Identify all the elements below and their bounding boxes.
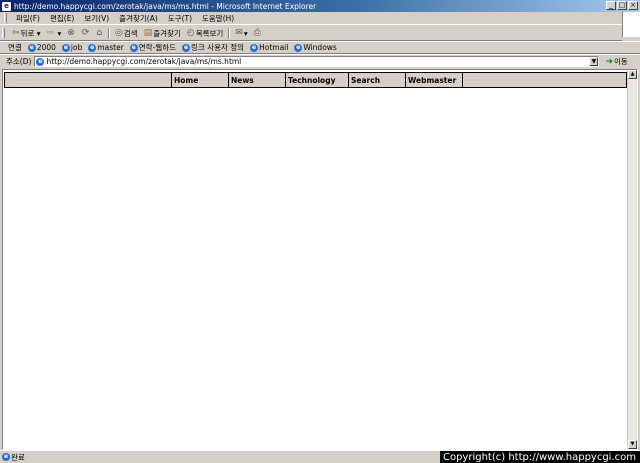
link-label: master — [97, 43, 124, 52]
link-label: 연락-웹하드 — [138, 43, 177, 52]
ie-page-icon: e — [2, 453, 10, 461]
go-button[interactable]: ➜ 이동 — [605, 56, 627, 67]
ie-page-icon: e — [182, 43, 191, 52]
link-job[interactable]: e job — [59, 43, 85, 52]
nav-news-link[interactable]: News — [229, 73, 286, 87]
address-url: http://demo.happycgi.com/zerotak/java/ms… — [46, 57, 242, 66]
scroll-down-button[interactable]: ▼ — [628, 440, 637, 449]
window-title-bar: e http://demo.happycgi.com/zerotak/java/… — [0, 0, 640, 12]
status-done: e 완료 — [2, 452, 25, 463]
page-viewport: Home News Technology Search Webmaster ▲ … — [2, 69, 638, 450]
link-customize[interactable]: e 링크 사용자 정의 — [179, 42, 247, 53]
go-label: 이동 — [613, 57, 628, 66]
back-label: 뒤로 — [20, 28, 35, 38]
menu-bar: 파일(F) 편집(E) 보기(V) 즐겨찾기(A) 도구(T) 도움말(H) — [0, 12, 640, 37]
copyright-watermark: Copyright(c) http://www.happycgi.com — [439, 451, 640, 463]
print-icon: ⎙ — [253, 28, 261, 38]
search-button[interactable]: ◎ 검색 — [112, 28, 141, 39]
ie-page-icon: e — [129, 43, 138, 52]
link-label: Windows — [303, 43, 337, 52]
ie-page-icon: e — [88, 43, 97, 52]
forward-arrow-icon: ⇨ — [46, 28, 55, 38]
forward-button[interactable]: ⇨ ▾ — [44, 28, 65, 38]
minimize-button[interactable]: _ — [606, 1, 616, 10]
menu-help[interactable]: 도움말(H) — [197, 13, 239, 24]
refresh-icon: ⟳ — [81, 28, 90, 38]
mail-button[interactable]: ✉ ▾ — [232, 28, 250, 38]
back-dropdown-icon: ▾ — [34, 28, 41, 38]
history-button[interactable]: ◴ 목록보기 — [184, 28, 226, 39]
address-dropdown-button[interactable]: ▼ — [589, 57, 599, 66]
nav-fill-cell — [463, 73, 626, 87]
menu-file[interactable]: 파일(F) — [11, 13, 45, 24]
scroll-up-button[interactable]: ▲ — [628, 70, 637, 79]
address-bar: 주소(D) e http://demo.happycgi.com/zerotak… — [0, 54, 640, 68]
ie-page-icon: e — [36, 57, 45, 66]
back-arrow-icon: ⇦ — [12, 28, 20, 38]
ie-page-icon: e — [294, 43, 303, 52]
nav-technology-link[interactable]: Technology — [286, 73, 349, 87]
menu-grip[interactable] — [4, 13, 7, 23]
ie-page-icon: e — [61, 43, 70, 52]
status-label: 완료 — [11, 452, 25, 462]
vertical-scrollbar[interactable]: ▲ ▼ — [627, 70, 637, 449]
link-label: 링크 사용자 정의 — [191, 43, 245, 52]
nav-webmaster-link[interactable]: Webmaster — [406, 73, 463, 87]
mail-dropdown-icon: ▾ — [243, 28, 248, 38]
history-label: 목록보기 — [195, 28, 224, 38]
link-webhard[interactable]: e 연락-웹하드 — [127, 42, 179, 53]
history-icon: ◴ — [186, 28, 195, 38]
forward-dropdown-icon: ▾ — [55, 28, 62, 38]
site-nav-bar: Home News Technology Search Webmaster — [4, 72, 627, 88]
menu-tools[interactable]: 도구(T) — [163, 13, 197, 24]
toolbar-separator — [228, 27, 231, 39]
favorites-icon: ▤ — [143, 28, 153, 38]
maximize-button[interactable]: □ — [617, 1, 627, 10]
menu-favorites[interactable]: 즐겨찾기(A) — [114, 13, 163, 24]
nav-search-link[interactable]: Search — [349, 73, 406, 87]
search-label: 검색 — [123, 28, 138, 38]
link-label: job — [70, 43, 83, 52]
toolbar-grip[interactable] — [2, 28, 5, 38]
favorites-label: 즐겨찾기 — [153, 28, 181, 38]
home-icon: ⌂ — [96, 28, 103, 38]
refresh-button[interactable]: ⟳ — [79, 28, 94, 38]
ie-app-icon: e — [2, 1, 11, 11]
nav-spacer-cell — [5, 73, 172, 87]
ie-page-icon: e — [250, 43, 259, 52]
toolbar-separator — [108, 27, 111, 39]
close-button[interactable]: × — [628, 1, 638, 10]
address-input[interactable]: e http://demo.happycgi.com/zerotak/java/… — [34, 56, 600, 67]
status-bar: e 완료 Copyright(c) http://www.happycgi.co… — [0, 450, 640, 463]
menu-view[interactable]: 보기(V) — [79, 13, 114, 24]
windows-logo — [622, 12, 640, 37]
menu-edit[interactable]: 편집(E) — [45, 13, 79, 24]
address-label: 주소(D) — [6, 57, 32, 66]
standard-toolbar: ⇦ 뒤로 ▾ ⇨ ▾ ⊗ ⟳ ⌂ ◎ 검색 ▤ 즐겨찾기 ◴ 목록보기 ✉ ▾ … — [0, 26, 622, 41]
link-windows[interactable]: e Windows — [291, 43, 339, 52]
go-arrow-icon: ➜ — [605, 56, 613, 67]
links-label: 연결 — [8, 43, 22, 52]
favorites-button[interactable]: ▤ 즐겨찾기 — [141, 28, 184, 39]
link-label: 2000 — [36, 43, 56, 52]
stop-button[interactable]: ⊗ — [64, 28, 79, 38]
back-button[interactable]: ⇦ 뒤로 ▾ — [9, 28, 44, 39]
print-button[interactable]: ⎙ — [251, 28, 265, 38]
window-title: http://demo.happycgi.com/zerotak/java/ms… — [14, 1, 317, 11]
search-icon: ◎ — [115, 28, 123, 38]
home-button[interactable]: ⌂ — [93, 28, 106, 38]
link-2000[interactable]: e 2000 — [25, 43, 59, 52]
link-master[interactable]: e master — [85, 43, 126, 52]
link-hotmail[interactable]: e Hotmail — [247, 43, 291, 52]
window-controls: _ □ × — [606, 1, 638, 10]
stop-icon: ⊗ — [67, 28, 75, 38]
links-bar: 연결 e 2000 e job e master e 연락-웹하드 e 링크 사… — [0, 41, 640, 54]
ie-page-icon: e — [27, 43, 36, 52]
nav-home-link[interactable]: Home — [172, 73, 229, 87]
mail-icon: ✉ — [235, 28, 243, 38]
link-label: Hotmail — [259, 43, 289, 52]
